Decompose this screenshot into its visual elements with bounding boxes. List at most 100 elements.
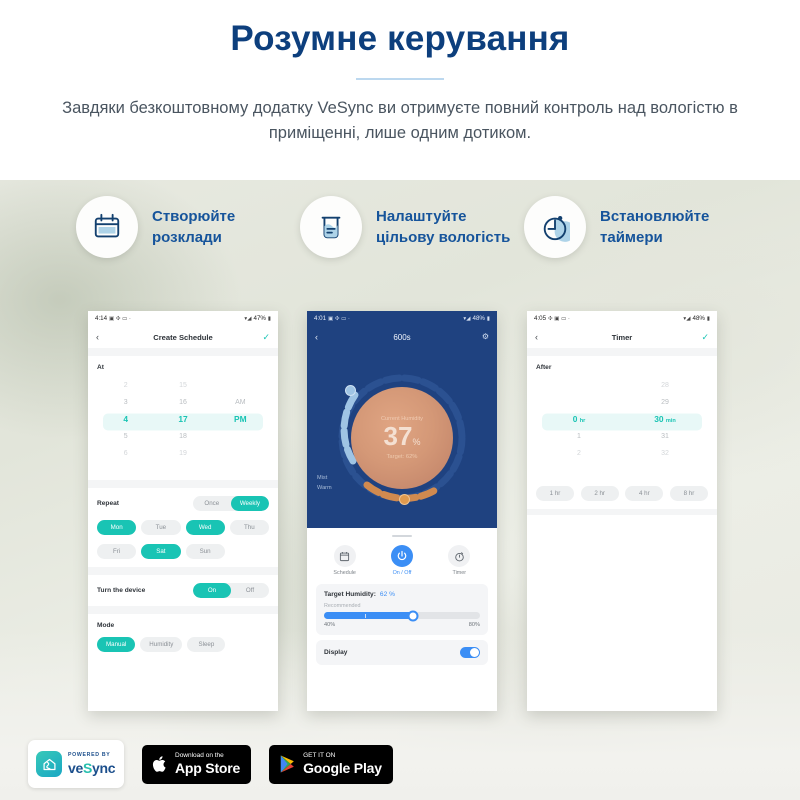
- at-label: At: [97, 364, 104, 371]
- repeat-option-weekly[interactable]: Weekly: [230, 496, 269, 511]
- mode-option-sleep[interactable]: Sleep: [187, 637, 226, 652]
- status-tray-icons: ▣ ✣ ▭ ·: [328, 315, 350, 322]
- repeat-option-once[interactable]: Once: [193, 496, 231, 511]
- feature-timers: Встановлюйте таймери: [524, 196, 764, 258]
- power-option-on[interactable]: On: [193, 583, 231, 598]
- power-option-off[interactable]: Off: [231, 583, 269, 598]
- confirm-button[interactable]: ✓: [262, 332, 270, 342]
- preset-4hr[interactable]: 4 hr: [625, 486, 664, 501]
- hour-value: 0: [572, 414, 578, 424]
- hour-column[interactable]: 0 hr 1 2: [536, 377, 622, 462]
- picker-item[interactable]: [536, 377, 622, 394]
- weekday-fri[interactable]: Fri: [97, 544, 137, 559]
- status-bar: 4:01 ▣ ✣ ▭ · ▾◢ 48% ▮: [307, 311, 497, 326]
- app-store-big-label: App Store: [175, 759, 241, 776]
- status-battery: 48%: [692, 315, 705, 322]
- app-store-button[interactable]: Download on the App Store: [142, 744, 252, 784]
- section-gap: [527, 348, 717, 356]
- section-gap: [88, 348, 278, 356]
- picker-item[interactable]: [212, 428, 269, 445]
- humidity-dial[interactable]: Current Humidity 37% Target: 62%: [337, 373, 467, 505]
- status-bar: 4:05 ✣ ▣ ▭ · ▾◢ 48% ▮: [527, 311, 717, 326]
- weekday-mon[interactable]: Mon: [97, 520, 137, 535]
- picker-item[interactable]: 28: [622, 377, 708, 394]
- feature-create-schedules: Створюйте розклади: [76, 196, 300, 258]
- picker-item[interactable]: 16: [154, 394, 211, 411]
- picker-item-selected[interactable]: 4: [97, 411, 154, 428]
- time-picker[interactable]: 2 3 4 5 6 15 16 17 18 19 AM PM: [97, 371, 269, 472]
- current-humidity-value: 37%: [384, 423, 421, 449]
- battery-icon: ▮: [267, 315, 271, 322]
- meridiem-column[interactable]: AM PM: [212, 377, 269, 462]
- phone-create-schedule: 4:14 ▣ ✣ ▭ · ▾◢ 47% ▮ ‹ Create Schedule …: [88, 311, 278, 711]
- picker-item[interactable]: [536, 394, 622, 411]
- picker-item[interactable]: 3: [97, 394, 154, 411]
- weekday-thu[interactable]: Thu: [229, 520, 269, 535]
- apple-icon: [152, 756, 166, 772]
- dial-target-label: Target: 62%: [386, 454, 418, 460]
- wifi-icon: ▾◢: [244, 315, 252, 322]
- time-card: At 2 3 4 5 6 15 16 17 18 19 AM PM: [88, 356, 278, 480]
- google-play-button[interactable]: GET IT ON Google Play: [269, 744, 393, 784]
- picker-item[interactable]: [212, 445, 269, 462]
- status-time: 4:14: [95, 315, 108, 322]
- warm-handle[interactable]: [399, 494, 410, 505]
- picker-item-selected[interactable]: PM: [212, 411, 269, 428]
- humidity-slider[interactable]: [324, 610, 480, 621]
- action-schedule[interactable]: Schedule: [322, 545, 368, 576]
- hour-column[interactable]: 2 3 4 5 6: [97, 377, 154, 462]
- picker-item[interactable]: 5: [97, 428, 154, 445]
- footer-badges: POWERED BY veSync Download on the App St…: [28, 740, 393, 788]
- power-card: Turn the device On Off: [88, 575, 278, 606]
- display-toggle[interactable]: [460, 647, 480, 658]
- picker-item[interactable]: 19: [154, 445, 211, 462]
- weekday-tue[interactable]: Tue: [141, 520, 181, 535]
- weekday-sun[interactable]: Sun: [185, 544, 225, 559]
- picker-item[interactable]: 29: [622, 394, 708, 411]
- control-sheet: Schedule On / Off Timer Target Humidity:…: [307, 528, 497, 665]
- mist-handle[interactable]: [345, 385, 356, 396]
- feature-label: Створюйте розклади: [152, 207, 236, 246]
- mode-option-humidity[interactable]: Humidity: [140, 637, 183, 652]
- picker-item[interactable]: 32: [622, 445, 708, 462]
- preset-2hr[interactable]: 2 hr: [580, 486, 619, 501]
- picker-item[interactable]: 2: [536, 445, 622, 462]
- preset-8hr[interactable]: 8 hr: [669, 486, 708, 501]
- device-dial-area: Mist Warm Current Humidity 37% Target: 6…: [307, 348, 497, 528]
- mode-option-manual[interactable]: Manual: [97, 637, 136, 652]
- vesync-name-mid: S: [82, 759, 93, 776]
- vesync-name-left: ve: [68, 759, 83, 776]
- picker-item[interactable]: AM: [212, 394, 269, 411]
- power-segmented-control[interactable]: On Off: [193, 583, 269, 598]
- after-label: After: [536, 364, 552, 371]
- picker-item-selected[interactable]: 17: [154, 411, 211, 428]
- timer-picker[interactable]: 0 hr 1 2 28 29 30 min 31 32: [536, 371, 708, 472]
- minute-column[interactable]: 28 29 30 min 31 32: [622, 377, 708, 462]
- picker-item[interactable]: 1: [536, 428, 622, 445]
- picker-item[interactable]: 2: [97, 377, 154, 394]
- action-timer[interactable]: Timer: [436, 545, 482, 576]
- preset-1hr[interactable]: 1 hr: [536, 486, 574, 501]
- minute-column[interactable]: 15 16 17 18 19: [154, 377, 211, 462]
- weekday-wed[interactable]: Wed: [185, 520, 225, 535]
- repeat-segmented-control[interactable]: Once Weekly: [192, 496, 269, 511]
- slider-knob[interactable]: [407, 610, 419, 621]
- app-store-small-label: Download on the: [175, 752, 224, 760]
- gear-icon[interactable]: ⚙: [482, 333, 489, 341]
- action-on-off[interactable]: On / Off: [379, 545, 425, 576]
- picker-item[interactable]: [212, 377, 269, 394]
- weekday-sat[interactable]: Sat: [141, 544, 181, 559]
- picker-item[interactable]: 6: [97, 445, 154, 462]
- slider-min-label: 40%: [324, 622, 336, 628]
- picker-item[interactable]: 31: [622, 428, 708, 445]
- action-row: Schedule On / Off Timer: [316, 545, 488, 584]
- picker-item-selected[interactable]: 30 min: [622, 411, 708, 428]
- screen-title: Create Schedule: [153, 332, 213, 342]
- confirm-button[interactable]: ✓: [701, 332, 709, 342]
- wifi-icon: ▾◢: [463, 315, 471, 322]
- display-label: Display: [324, 649, 348, 656]
- sheet-grabber[interactable]: [392, 535, 412, 537]
- picker-item-selected[interactable]: 0 hr: [536, 411, 622, 428]
- picker-item[interactable]: 18: [154, 428, 211, 445]
- picker-item[interactable]: 15: [154, 377, 211, 394]
